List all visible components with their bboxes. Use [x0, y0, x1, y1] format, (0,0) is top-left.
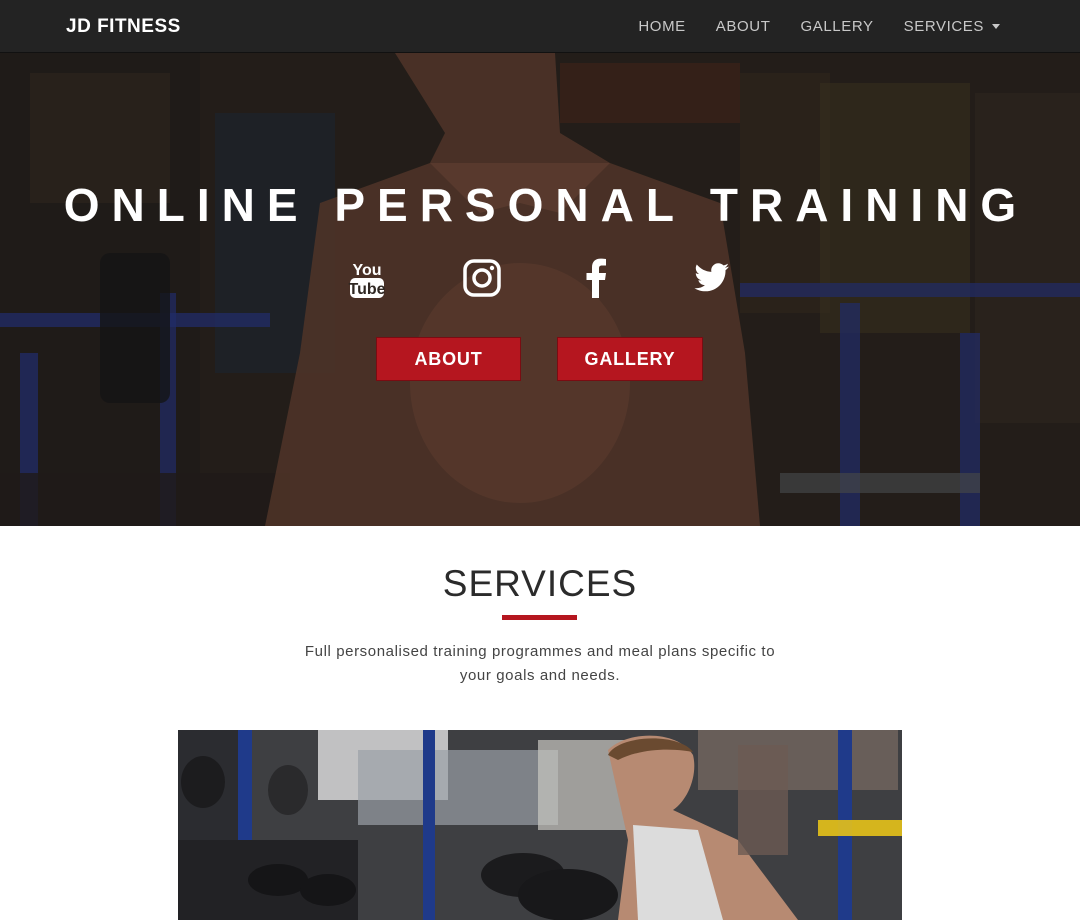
nav-link-services-dropdown[interactable]: SERVICES: [904, 18, 1000, 35]
svg-text:Tube: Tube: [348, 281, 385, 298]
top-navbar: JD FITNESS HOME ABOUT GALLERY SERVICES: [0, 0, 1080, 53]
nav-link-home[interactable]: HOME: [638, 18, 685, 35]
nav-link-about[interactable]: ABOUT: [716, 18, 771, 35]
hero-background-image: [0, 53, 1080, 526]
twitter-icon[interactable]: [689, 256, 733, 300]
hero-about-button[interactable]: ABOUT: [376, 337, 521, 381]
instagram-icon[interactable]: [460, 256, 504, 300]
heading-underline-divider: [502, 615, 577, 620]
hero-gallery-button[interactable]: GALLERY: [557, 337, 703, 381]
nav-links: HOME ABOUT GALLERY SERVICES: [608, 0, 1000, 53]
svg-text:You: You: [352, 262, 381, 279]
hero-title: ONLINE PERSONAL TRAINING: [63, 179, 1029, 231]
nav-link-services-label: SERVICES: [903, 18, 984, 35]
youtube-icon[interactable]: You Tube: [345, 256, 389, 300]
services-description: Full personalised training programmes an…: [304, 643, 776, 684]
nav-link-gallery[interactable]: GALLERY: [800, 18, 873, 35]
caret-down-icon: [992, 24, 1000, 29]
brand-logo-link[interactable]: JD FITNESS: [66, 16, 181, 38]
hero-section: ONLINE PERSONAL TRAINING You Tube ABOUT …: [0, 53, 1080, 526]
services-heading: SERVICES: [442, 563, 638, 604]
facebook-icon[interactable]: [575, 256, 619, 300]
gym-photo-image: [178, 730, 902, 920]
services-gym-photo: [178, 730, 902, 920]
